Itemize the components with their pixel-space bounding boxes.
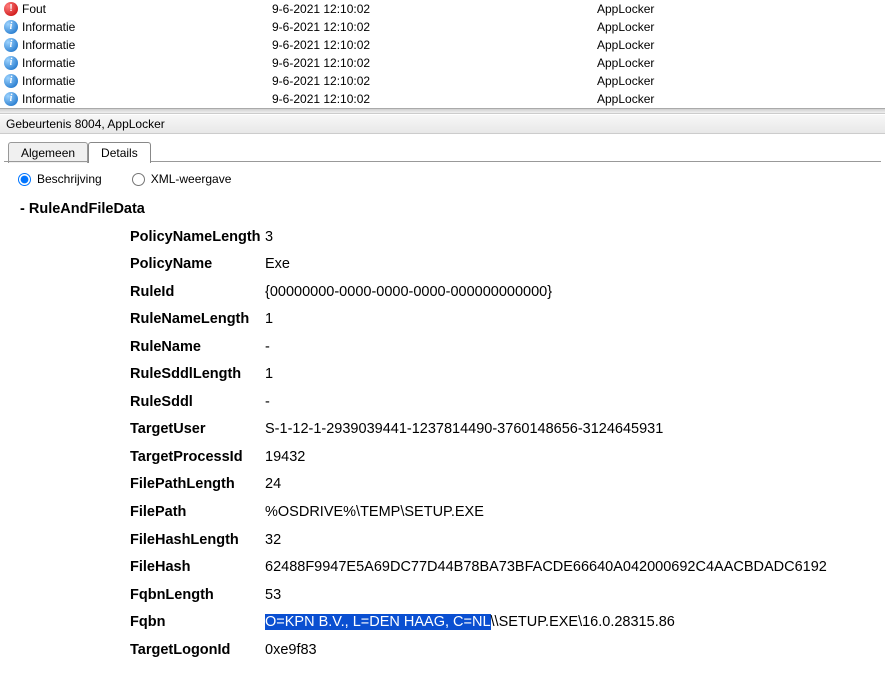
event-date: 9-6-2021 12:10:02 bbox=[270, 90, 595, 108]
field-row: RuleName- bbox=[60, 334, 865, 362]
field-row: RuleId{00000000-0000-0000-0000-000000000… bbox=[60, 279, 865, 307]
field-val: 53 bbox=[265, 582, 865, 610]
event-date: 9-6-2021 12:10:02 bbox=[270, 72, 595, 90]
field-row: FilePathLength24 bbox=[60, 471, 865, 499]
tab-bar: Algemeen Details bbox=[0, 134, 885, 162]
field-val-targetlogonid: 0xe9f83 bbox=[265, 637, 865, 657]
event-date: 9-6-2021 12:10:02 bbox=[270, 54, 595, 72]
field-val: %OSDRIVE%\TEMP\SETUP.EXE bbox=[265, 499, 865, 527]
field-key-fqbn: Fqbn bbox=[130, 609, 265, 637]
field-val: 1 bbox=[265, 306, 865, 334]
radio-xml[interactable] bbox=[132, 173, 145, 186]
field-key: FileHash bbox=[130, 554, 265, 582]
event-source: AppLocker bbox=[595, 54, 654, 72]
field-targetlogonid: TargetLogonId 0xe9f83 bbox=[60, 637, 865, 657]
field-val: - bbox=[265, 334, 865, 362]
event-level-text: Informatie bbox=[22, 36, 75, 54]
info-icon bbox=[4, 74, 18, 88]
field-row: RuleSddl- bbox=[60, 389, 865, 417]
field-val: S-1-12-1-2939039441-1237814490-376014865… bbox=[265, 416, 865, 444]
tab-details[interactable]: Details bbox=[88, 142, 151, 163]
tab-algemeen[interactable]: Algemeen bbox=[8, 142, 88, 163]
view-mode-radios: Beschrijving XML-weergave bbox=[0, 162, 885, 196]
info-icon bbox=[4, 38, 18, 52]
event-row[interactable]: Informatie 9-6-2021 12:10:02AppLocker bbox=[0, 54, 885, 72]
fqbn-rest: \\SETUP.EXE\16.0.28315.86 bbox=[491, 614, 675, 630]
field-row: FileHashLength32 bbox=[60, 527, 865, 555]
field-row: PolicyNameExe bbox=[60, 251, 865, 279]
field-row: FilePath%OSDRIVE%\TEMP\SETUP.EXE bbox=[60, 499, 865, 527]
field-val: 32 bbox=[265, 527, 865, 555]
event-row[interactable]: Informatie 9-6-2021 12:10:02AppLocker bbox=[0, 90, 885, 108]
field-row: TargetUserS-1-12-1-2939039441-1237814490… bbox=[60, 416, 865, 444]
field-val: Exe bbox=[265, 251, 865, 279]
event-source: AppLocker bbox=[595, 90, 654, 108]
panel-header: Gebeurtenis 8004, AppLocker bbox=[0, 114, 885, 134]
field-val-fqbn[interactable]: O=KPN B.V., L=DEN HAAG, C=NL\\SETUP.EXE\… bbox=[265, 609, 865, 637]
field-key: FilePathLength bbox=[130, 471, 265, 499]
field-key: PolicyNameLength bbox=[130, 224, 265, 252]
event-row[interactable]: Fout 9-6-2021 12:10:02AppLocker bbox=[0, 0, 885, 18]
section-title[interactable]: RuleAndFileData bbox=[20, 196, 865, 224]
fqbn-highlighted[interactable]: O=KPN B.V., L=DEN HAAG, C=NL bbox=[265, 614, 491, 630]
field-key-targetlogonid: TargetLogonId bbox=[130, 637, 265, 657]
radio-beschrijving-text: Beschrijving bbox=[37, 172, 102, 186]
field-row: TargetProcessId19432 bbox=[60, 444, 865, 472]
event-level-text: Informatie bbox=[22, 90, 75, 108]
event-date: 9-6-2021 12:10:02 bbox=[270, 0, 595, 18]
event-date: 9-6-2021 12:10:02 bbox=[270, 18, 595, 36]
event-date: 9-6-2021 12:10:02 bbox=[270, 36, 595, 54]
field-key: PolicyName bbox=[130, 251, 265, 279]
event-source: AppLocker bbox=[595, 72, 654, 90]
field-row: FileHash62488F9947E5A69DC77D44B78BA73BFA… bbox=[60, 554, 865, 582]
field-key: TargetUser bbox=[130, 416, 265, 444]
event-level-text: Informatie bbox=[22, 18, 75, 36]
field-key: FileHashLength bbox=[130, 527, 265, 555]
event-level-text: Fout bbox=[22, 0, 46, 18]
field-row: FqbnLength53 bbox=[60, 582, 865, 610]
field-val: 3 bbox=[265, 224, 865, 252]
event-source: AppLocker bbox=[595, 18, 654, 36]
radio-beschrijving[interactable] bbox=[18, 173, 31, 186]
field-key: RuleId bbox=[130, 279, 265, 307]
radio-xml-label[interactable]: XML-weergave bbox=[132, 172, 232, 186]
event-source: AppLocker bbox=[595, 36, 654, 54]
event-row[interactable]: Informatie 9-6-2021 12:10:02AppLocker bbox=[0, 36, 885, 54]
field-val: 62488F9947E5A69DC77D44B78BA73BFACDE66640… bbox=[265, 554, 865, 582]
field-val: - bbox=[265, 389, 865, 417]
event-row[interactable]: Informatie 9-6-2021 12:10:02AppLocker bbox=[0, 18, 885, 36]
info-icon bbox=[4, 56, 18, 70]
event-level-text: Informatie bbox=[22, 54, 75, 72]
info-icon bbox=[4, 92, 18, 106]
event-list[interactable]: Fout9-6-2021 12:10:02AppLockerInformatie… bbox=[0, 0, 885, 108]
field-val: 1 bbox=[265, 361, 865, 389]
field-fqbn: Fqbn O=KPN B.V., L=DEN HAAG, C=NL\\SETUP… bbox=[60, 609, 865, 637]
event-level-text: Informatie bbox=[22, 72, 75, 90]
error-icon bbox=[4, 2, 18, 16]
field-key: FqbnLength bbox=[130, 582, 265, 610]
field-key: RuleNameLength bbox=[130, 306, 265, 334]
event-row[interactable]: Informatie 9-6-2021 12:10:02AppLocker bbox=[0, 72, 885, 90]
field-row: RuleSddlLength1 bbox=[60, 361, 865, 389]
field-val: 24 bbox=[265, 471, 865, 499]
field-val: {00000000-0000-0000-0000-000000000000} bbox=[265, 279, 865, 307]
field-key: RuleSddlLength bbox=[130, 361, 265, 389]
field-key: TargetProcessId bbox=[130, 444, 265, 472]
info-icon bbox=[4, 20, 18, 34]
field-row: PolicyNameLength3 bbox=[60, 224, 865, 252]
field-key: FilePath bbox=[130, 499, 265, 527]
field-val: 19432 bbox=[265, 444, 865, 472]
details-area: RuleAndFileData PolicyNameLength3PolicyN… bbox=[0, 196, 885, 667]
field-row: RuleNameLength1 bbox=[60, 306, 865, 334]
radio-beschrijving-label[interactable]: Beschrijving bbox=[18, 172, 102, 186]
event-source: AppLocker bbox=[595, 0, 654, 18]
field-key: RuleSddl bbox=[130, 389, 265, 417]
field-key: RuleName bbox=[130, 334, 265, 362]
radio-xml-text: XML-weergave bbox=[151, 172, 232, 186]
